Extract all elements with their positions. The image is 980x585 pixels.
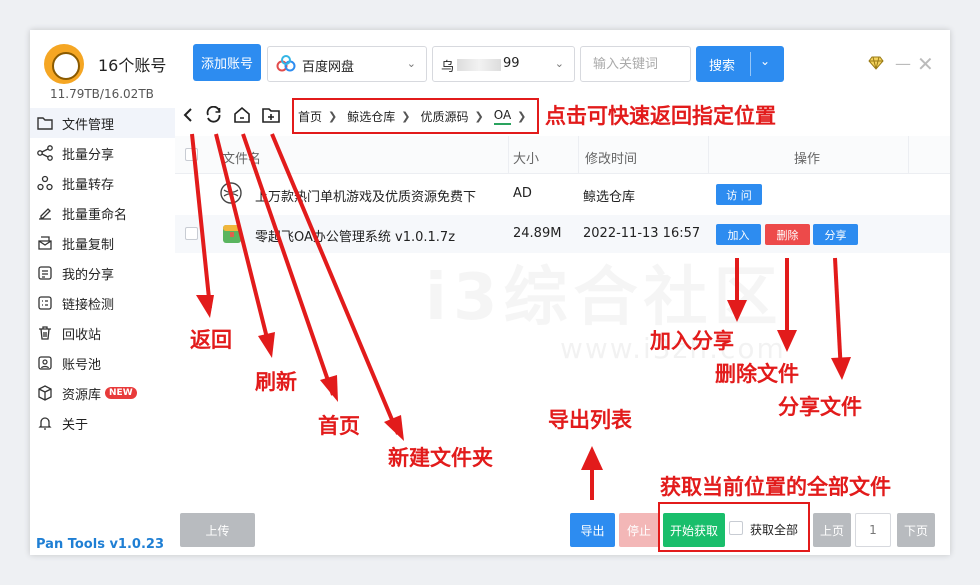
- annotation-home: 首页: [318, 414, 360, 438]
- annotation-delete-file: 删除文件: [715, 362, 799, 386]
- arrow-refresh: [214, 133, 272, 351]
- annotation-fetch-all-files: 获取当前位置的全部文件: [660, 475, 891, 499]
- annotation-back: 返回: [190, 328, 232, 352]
- arrow-share: [833, 257, 843, 374]
- annotation-export-list: 导出列表: [548, 408, 632, 432]
- annotation-refresh: 刷新: [255, 370, 297, 394]
- annotation-join-share: 加入分享: [650, 329, 734, 353]
- annotation-share-file: 分享文件: [778, 395, 862, 419]
- annotation-new-folder: 新建文件夹: [388, 446, 493, 470]
- arrow-back: [190, 133, 212, 309]
- annotation-breadcrumb-hint: 点击可快速返回指定位置: [545, 104, 776, 128]
